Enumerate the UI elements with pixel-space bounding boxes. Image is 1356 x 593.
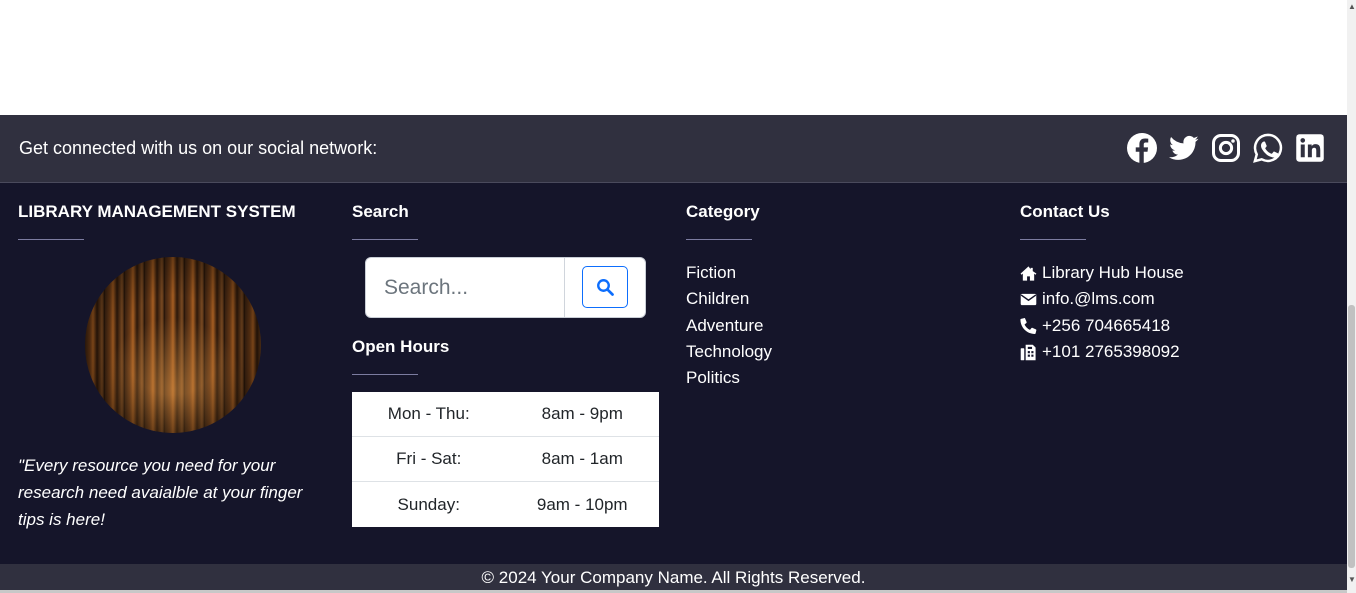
twitter-icon[interactable] [1169,133,1199,163]
search-form [365,257,646,318]
contact-email: info.@lms.com [1020,286,1184,312]
home-icon [1020,266,1037,281]
fax-icon [1020,344,1036,360]
scroll-down-arrow-icon[interactable]: ▼ [1348,575,1356,584]
contact-phone: +256 704665418 [1020,313,1184,339]
contact-email-text: info.@lms.com [1042,289,1155,309]
category-link-politics[interactable]: Politics [686,365,772,391]
about-title: LIBRARY MANAGEMENT SYSTEM [18,202,296,221]
hours-day: Mon - Thu: [387,404,470,423]
linkedin-icon[interactable] [1295,133,1325,163]
hours-day: Fri - Sat: [396,449,462,468]
title-underline [686,239,752,240]
category-list: Fiction Children Adventure Technology Po… [686,260,772,391]
category-title: Category [686,202,760,221]
hours-table: Mon - Thu: 8am - 9pm Fri - Sat: 8am - 1a… [352,392,659,527]
table-row: Sunday: 9am - 10pm [352,482,659,527]
category-link-fiction[interactable]: Fiction [686,260,772,286]
social-icons [1127,133,1325,163]
page-blank-area [0,0,1347,115]
contact-fax-text: +101 2765398092 [1042,341,1180,361]
whatsapp-icon[interactable] [1253,133,1283,163]
library-books-image [85,257,261,433]
contact-address-text: Library Hub House [1042,263,1184,282]
about-quote: "Every resource you need for your resear… [18,456,303,529]
contact-title: Contact Us [1020,202,1110,221]
title-underline [352,374,418,375]
category-link-children[interactable]: Children [686,286,772,312]
social-text: Get connected with us on our social netw… [19,138,378,158]
contact-fax: +101 2765398092 [1020,339,1184,365]
facebook-icon[interactable] [1127,133,1157,163]
table-row: Fri - Sat: 8am - 1am [352,437,659,482]
hours-title: Open Hours [352,337,450,356]
copyright-bar: © 2024 Your Company Name. All Rights Res… [0,564,1347,590]
phone-icon [1020,318,1037,335]
search-icon [597,279,614,296]
hours-time: 8am - 9pm [541,404,623,423]
footer-main: LIBRARY MANAGEMENT SYSTEM "Every resourc… [0,183,1347,564]
category-link-adventure[interactable]: Adventure [686,313,772,339]
contact-list: Library Hub House info.@lms.com +256 704… [1020,260,1184,365]
search-input[interactable] [366,258,564,317]
search-button[interactable] [582,266,628,308]
title-underline [18,239,84,240]
contact-phone-text: +256 704665418 [1042,315,1171,335]
scrollbar-thumb[interactable] [1348,305,1355,568]
instagram-icon[interactable] [1211,133,1241,163]
title-underline [352,239,418,240]
category-link-technology[interactable]: Technology [686,339,772,365]
envelope-icon [1020,293,1037,306]
search-separator [564,258,565,317]
hours-time: 8am - 1am [541,449,623,468]
hours-day: Sunday: [397,494,460,514]
contact-address: Library Hub House [1020,260,1184,286]
title-underline [1020,239,1086,240]
social-bar: Get connected with us on our social netw… [0,115,1347,183]
vertical-scrollbar[interactable]: ▲ ▼ [1347,0,1356,593]
table-row: Mon - Thu: 8am - 9pm [352,392,659,437]
search-title: Search [352,202,409,221]
copyright-text: © 2024 Your Company Name. All Rights Res… [481,568,866,587]
hours-time: 9am - 10pm [536,494,628,514]
scroll-up-arrow-icon[interactable]: ▲ [1348,2,1356,11]
